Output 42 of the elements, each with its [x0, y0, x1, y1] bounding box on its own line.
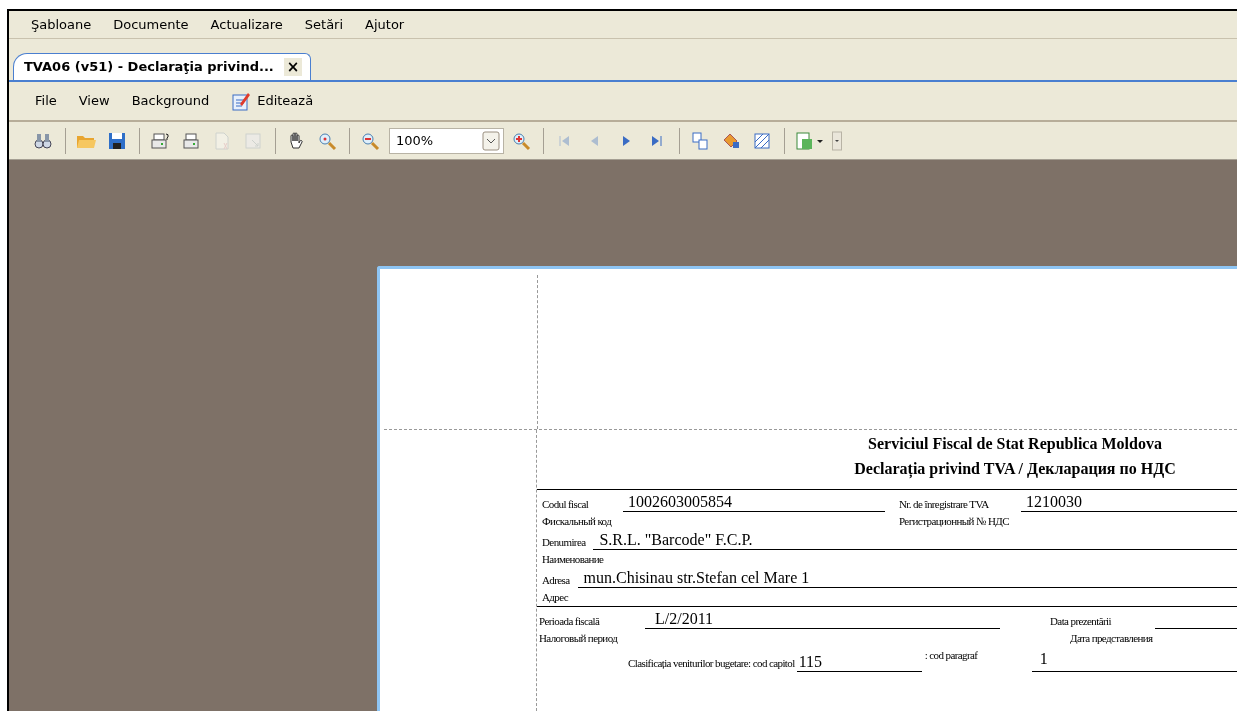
field-label: Налоговый период	[538, 630, 619, 646]
field-value: 115	[796, 652, 922, 672]
menu-item[interactable]: Ajutor	[365, 14, 405, 35]
field-value: L/2/2011	[645, 610, 1000, 629]
field-value: S.R.L. "Barcode" F.C.P.	[593, 531, 1237, 550]
zoom-dropdown[interactable]: 100%	[389, 127, 504, 154]
menu-item[interactable]: File	[35, 91, 57, 111]
field-label: Дата представления	[1070, 630, 1153, 646]
field-label: Data prezentării	[1049, 613, 1112, 629]
zoom-out-icon[interactable]	[360, 130, 382, 151]
menu-item[interactable]: Background	[131, 91, 210, 111]
magnifier-icon[interactable]	[317, 130, 339, 151]
field-value: 1	[1031, 649, 1237, 672]
field-label: Denumirea	[541, 534, 587, 550]
menu-item[interactable]: Documente	[113, 14, 189, 35]
field-label: Фискальный код	[541, 513, 613, 529]
field-label: Адрес	[541, 589, 569, 605]
menu-item[interactable]: Şabloane	[31, 14, 92, 35]
field-label: Clasificația veniturilor bugetare: cod capitol	[627, 656, 796, 671]
menu-item[interactable]: View	[78, 91, 110, 111]
field-label: : cod paragraf	[923, 648, 979, 663]
zoom-in-icon[interactable]	[511, 130, 533, 151]
close-button[interactable]: ×	[283, 58, 303, 76]
field-value: 1210030	[1021, 493, 1237, 512]
field-value: mun.Chisinau str.Stefan cel Mare 1	[577, 569, 1237, 588]
field-label: Perioada fiscală	[538, 613, 601, 629]
field-label: Nr. de înregistrare TVA	[898, 496, 990, 512]
field-label: Codul fiscal	[541, 496, 590, 512]
field-label: Наименование	[541, 551, 604, 567]
menu-item[interactable]: Actualizare	[210, 14, 283, 35]
overflow-icon[interactable]	[832, 130, 842, 151]
edit-button[interactable]: Editează	[231, 91, 314, 111]
form-heading: Serviciul Fiscal de Stat Republica Moldova	[867, 434, 1163, 455]
form-heading: Declarația privind TVA / Декларация по НДС	[853, 459, 1177, 480]
menu-item[interactable]: Setări	[304, 14, 344, 35]
field-value: 1002603005854	[623, 493, 885, 512]
document-tab[interactable]: TVA06 (v51) - Declaraţia privind... ×	[13, 53, 312, 80]
export-icon[interactable]	[795, 130, 825, 151]
field-label: Adresa	[541, 572, 571, 588]
printer-icon[interactable]	[150, 130, 172, 151]
edit-icon[interactable]	[231, 91, 252, 111]
field-label: Регистрационный № НДС	[899, 513, 1009, 529]
